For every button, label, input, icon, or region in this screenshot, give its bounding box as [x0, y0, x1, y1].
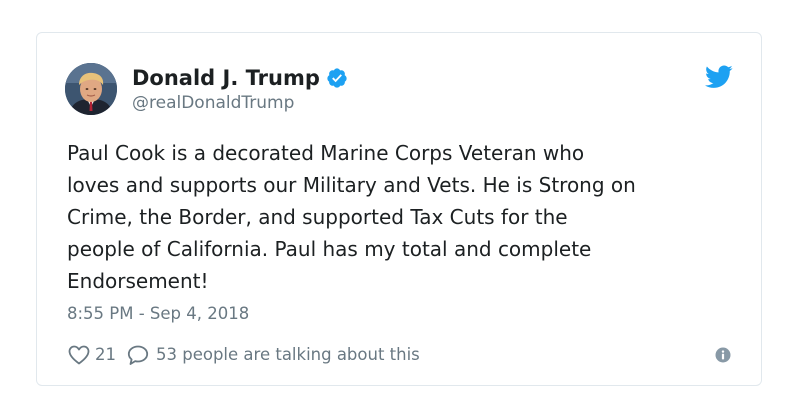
info-icon[interactable]	[715, 347, 731, 363]
twitter-bird-icon[interactable]	[705, 65, 733, 89]
tweet-text: Paul Cook is a decorated Marine Corps Ve…	[67, 141, 636, 293]
avatar-image	[65, 63, 117, 115]
tweet-timestamp[interactable]: 8:55 PM - Sep 4, 2018	[67, 303, 249, 325]
author-name-row: Donald J. Trump	[132, 65, 348, 91]
author-handle[interactable]: @realDonaldTrump	[132, 92, 294, 114]
author-display-name[interactable]: Donald J. Trump	[132, 65, 320, 91]
tweet-card[interactable]: Donald J. Trump @realDonaldTrump Paul Co…	[36, 32, 762, 386]
like-count[interactable]: 21	[95, 344, 116, 366]
avatar[interactable]	[65, 63, 117, 115]
talking-about-text[interactable]: 53 people are talking about this	[156, 344, 420, 366]
heart-icon[interactable]	[67, 343, 91, 367]
speech-bubble-icon[interactable]	[126, 343, 150, 367]
tweet-actions: 21 53 people are talking about this	[67, 343, 420, 367]
verified-badge-icon	[326, 67, 348, 89]
